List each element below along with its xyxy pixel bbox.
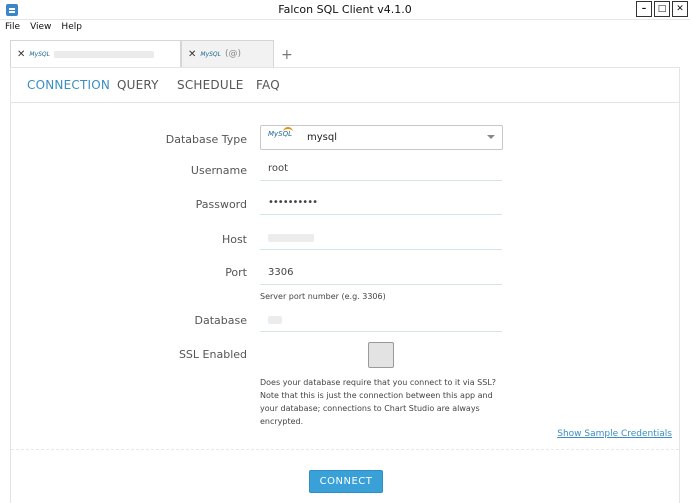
ssl-label: SSL Enabled	[178, 348, 247, 361]
database-value-redacted	[268, 316, 282, 324]
username-label: Username	[190, 164, 247, 177]
ssl-hint-line: Does your database require that you conn…	[260, 378, 497, 387]
ssl-hint-line: Note that this is just the connection be…	[260, 391, 493, 400]
tab-connection[interactable]: CONNECTION	[27, 78, 110, 92]
chevron-down-icon	[487, 135, 495, 139]
host-label: Host	[221, 233, 247, 246]
ssl-hint-line: encrypted.	[260, 417, 304, 426]
mysql-logo-icon: MySQL	[200, 50, 221, 58]
host-field[interactable]	[260, 228, 502, 250]
host-value-redacted	[268, 234, 314, 242]
port-hint: Server port number (e.g. 3306)	[260, 292, 386, 301]
tab-schedule[interactable]: SCHEDULE	[177, 78, 244, 92]
username-field[interactable]: root	[260, 159, 502, 181]
divider	[11, 449, 679, 450]
maximize-button[interactable]: □	[654, 1, 670, 17]
close-window-button[interactable]: ✕	[672, 1, 688, 17]
connection-name: (@)	[225, 49, 242, 59]
database-label: Database	[194, 314, 248, 327]
window-title: Falcon SQL Client v4.1.0	[278, 3, 412, 16]
menu-file[interactable]: File	[0, 20, 25, 37]
close-tab-icon[interactable]: ✕	[17, 49, 25, 60]
close-tab-icon[interactable]: ✕	[188, 49, 196, 60]
connection-tab-1[interactable]: ✕ MySQL	[10, 40, 181, 67]
password-label: Password	[195, 198, 247, 211]
connection-tab-2[interactable]: ✕ MySQL (@)	[181, 40, 274, 67]
menu-view[interactable]: View	[25, 20, 56, 37]
connection-panel: CONNECTION QUERY SCHEDULE FAQ Database T…	[10, 67, 680, 503]
tab-faq[interactable]: FAQ	[256, 78, 280, 92]
show-sample-credentials-link[interactable]: Show Sample Credentials	[557, 429, 672, 439]
password-field[interactable]: ••••••••••	[260, 193, 502, 215]
password-value: ••••••••••	[268, 197, 318, 208]
mysql-logo-icon: MySQL	[268, 127, 300, 138]
username-value: root	[268, 163, 289, 174]
ssl-hint-line: your database; connections to Chart Stud…	[260, 404, 480, 413]
tab-query[interactable]: QUERY	[117, 78, 159, 92]
connection-name-redacted	[54, 50, 154, 58]
database-type-value: mysql	[307, 132, 337, 143]
window-controls: – □ ✕	[636, 1, 688, 17]
ssl-hint: Does your database require that you conn…	[260, 376, 496, 428]
ssl-checkbox[interactable]	[368, 342, 394, 368]
connect-button[interactable]: CONNECT	[309, 470, 383, 493]
section-nav: CONNECTION QUERY SCHEDULE FAQ	[11, 68, 679, 103]
database-type-label: Database Type	[165, 133, 247, 146]
mysql-logo-icon: MySQL	[29, 50, 50, 58]
menu-help[interactable]: Help	[56, 20, 87, 37]
port-field[interactable]: 3306	[260, 263, 502, 285]
menu-bar: File View Help	[0, 20, 690, 37]
port-value: 3306	[268, 267, 294, 278]
minimize-button[interactable]: –	[636, 1, 652, 17]
database-field[interactable]	[260, 310, 502, 332]
title-bar: Falcon SQL Client v4.1.0 – □ ✕	[0, 0, 690, 20]
database-type-select[interactable]: MySQL mysql	[260, 125, 503, 150]
add-tab-button[interactable]: +	[281, 47, 293, 63]
port-label: Port	[225, 266, 247, 279]
connection-tabs: ✕ MySQL ✕ MySQL (@)	[10, 40, 274, 67]
